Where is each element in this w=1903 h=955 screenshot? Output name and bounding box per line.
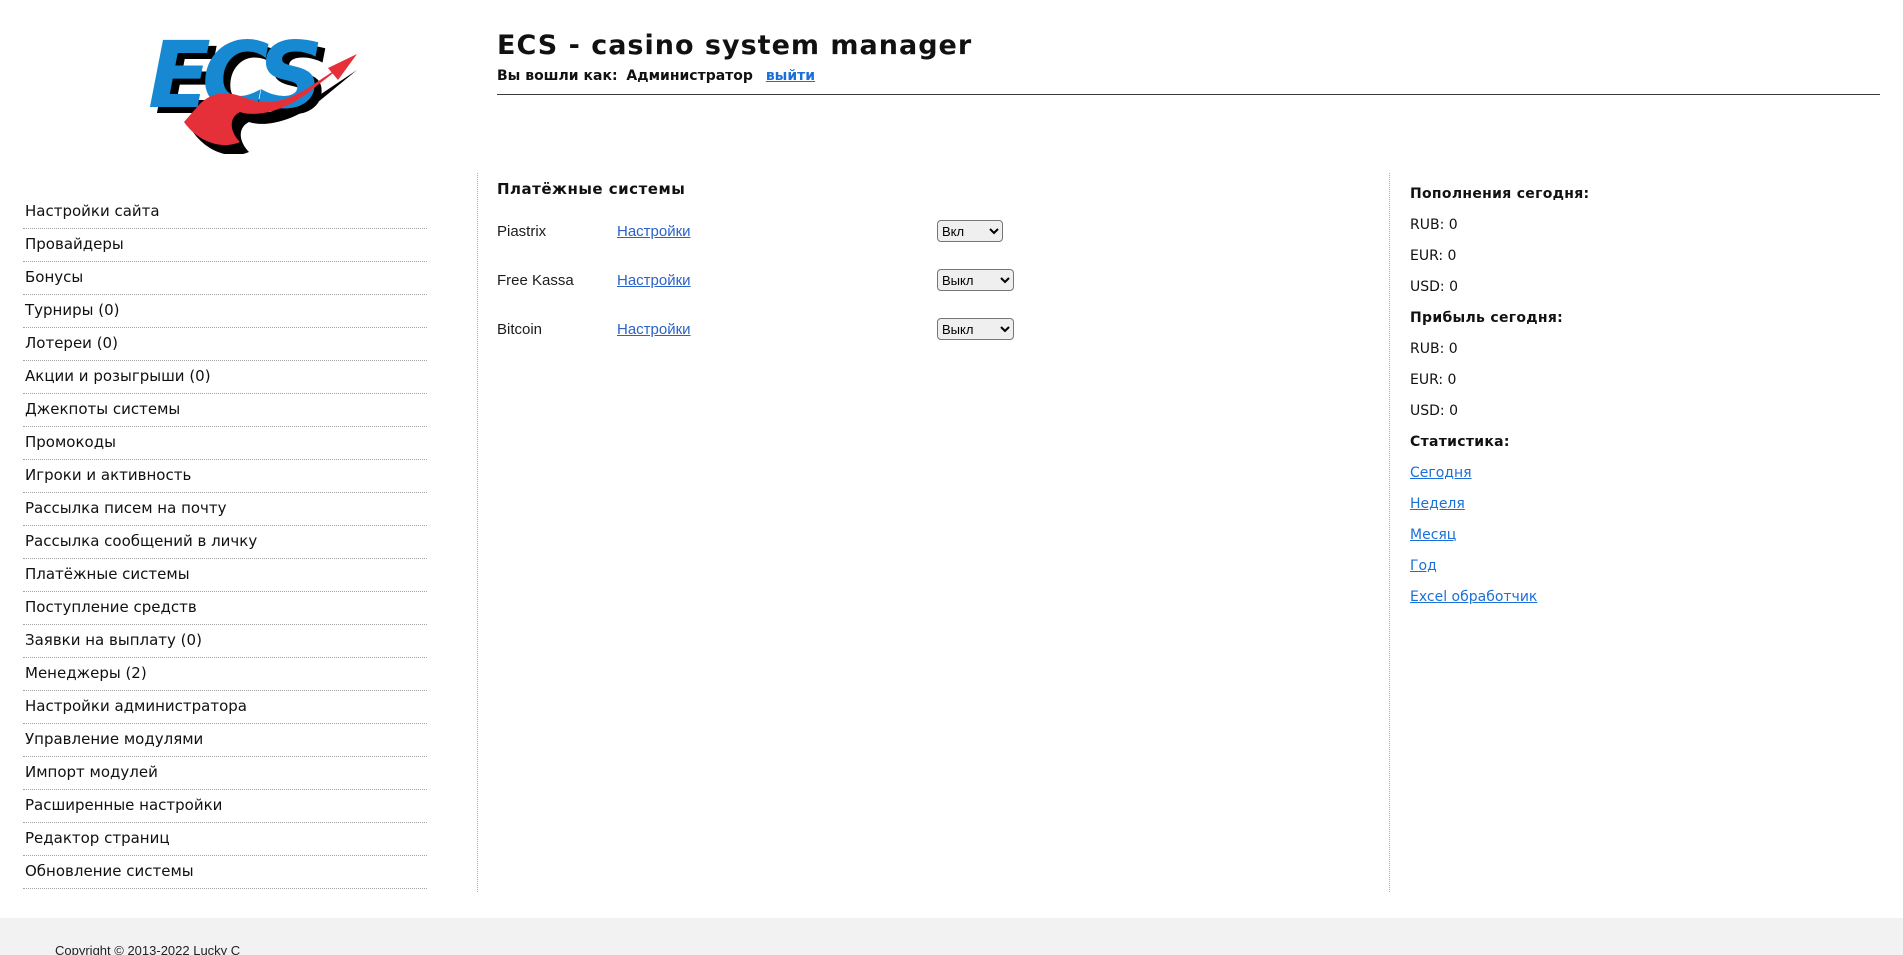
sidebar-item-page-editor[interactable]: Редактор страниц (23, 823, 427, 856)
deposits-rub: RUB: 0 (1410, 217, 1458, 233)
stats-link-year[interactable]: Год (1410, 558, 1437, 574)
bitcoin-state-select[interactable]: Выкл (937, 318, 1014, 340)
divider-right (1389, 173, 1390, 892)
sidebar-item-admin-settings[interactable]: Настройки администратора (23, 691, 427, 724)
sidebar-item-pm-mailing[interactable]: Рассылка сообщений в личку (23, 526, 427, 559)
payment-row-freekassa: Free Kassa Настройки Выкл (497, 265, 1357, 295)
sidebar-item-payment-systems[interactable]: Платёжные системы (23, 559, 427, 592)
sidebar-item-module-import[interactable]: Импорт модулей (23, 757, 427, 790)
login-prefix: Вы вошли как: (497, 68, 618, 84)
page-title: ECS - casino system manager (497, 30, 973, 61)
piastrix-state-select[interactable]: Вкл (937, 220, 1003, 242)
payment-name: Piastrix (497, 222, 547, 240)
profit-eur: EUR: 0 (1410, 372, 1457, 388)
header-divider (497, 94, 1880, 95)
payment-systems-panel: Платёжные системы Piastrix Настройки Вкл… (497, 180, 1357, 363)
deposits-today-title: Пополнения сегодня: (1410, 186, 1590, 202)
sidebar-item-system-update[interactable]: Обновление системы (23, 856, 427, 889)
deposits-eur: EUR: 0 (1410, 248, 1457, 264)
sidebar-item-providers[interactable]: Провайдеры (23, 229, 427, 262)
sidebar-item-promotions[interactable]: Акции и розыгрыши (0) (23, 361, 427, 394)
payment-name: Free Kassa (497, 271, 574, 289)
ecs-logo-icon: ECS ECS (138, 14, 360, 156)
copyright-text: Copyright © 2013-2022 Lucky C (55, 943, 241, 955)
sidebar-item-managers[interactable]: Менеджеры (2) (23, 658, 427, 691)
panel-title: Платёжные системы (497, 180, 686, 198)
admin-page: ECS ECS ECS - casino system manager Вы в… (0, 0, 1903, 955)
profit-usd: USD: 0 (1410, 403, 1458, 419)
sidebar-item-incoming-funds[interactable]: Поступление средств (23, 592, 427, 625)
statistics-title: Статистика: (1410, 434, 1510, 450)
sidebar-item-tournaments[interactable]: Турниры (0) (23, 295, 427, 328)
sidebar-item-lotteries[interactable]: Лотереи (0) (23, 328, 427, 361)
sidebar-item-site-settings[interactable]: Настройки сайта (23, 196, 427, 229)
payment-name: Bitcoin (497, 320, 543, 338)
sidebar-item-module-control[interactable]: Управление модулями (23, 724, 427, 757)
freekassa-state-select[interactable]: Выкл (937, 269, 1014, 291)
sidebar-menu: Настройки сайта Провайдеры Бонусы Турнир… (23, 196, 427, 889)
deposits-usd: USD: 0 (1410, 279, 1458, 295)
sidebar-item-payout-requests[interactable]: Заявки на выплату (0) (23, 625, 427, 658)
payment-row-piastrix: Piastrix Настройки Вкл (497, 216, 1357, 246)
stats-link-today[interactable]: Сегодня (1410, 465, 1472, 481)
sidebar-item-advanced[interactable]: Расширенные настройки (23, 790, 427, 823)
sidebar-item-email-mailing[interactable]: Рассылка писем на почту (23, 493, 427, 526)
stats-link-week[interactable]: Неделя (1410, 496, 1465, 512)
profit-rub: RUB: 0 (1410, 341, 1458, 357)
sidebar-item-promocodes[interactable]: Промокоды (23, 427, 427, 460)
stats-link-month[interactable]: Месяц (1410, 527, 1456, 543)
divider-left (477, 173, 478, 892)
payment-rows: Piastrix Настройки Вкл Free Kassa Настро… (497, 216, 1357, 344)
payment-row-bitcoin: Bitcoin Настройки Выкл (497, 314, 1357, 344)
login-status: Вы вошли как: Администратор выйти (497, 68, 1880, 84)
footer: Copyright © 2013-2022 Lucky C (0, 918, 1903, 955)
login-user: Администратор (626, 68, 753, 84)
header: ECS - casino system manager Вы вошли как… (497, 30, 1880, 95)
stats-panel: Пополнения сегодня: RUB: 0 EUR: 0 USD: 0… (1410, 186, 1870, 620)
stats-link-excel[interactable]: Excel обработчик (1410, 589, 1537, 605)
freekassa-settings-link[interactable]: Настройки (617, 272, 691, 289)
piastrix-settings-link[interactable]: Настройки (617, 223, 691, 240)
sidebar-item-players[interactable]: Игроки и активность (23, 460, 427, 493)
sidebar-item-bonuses[interactable]: Бонусы (23, 262, 427, 295)
bitcoin-settings-link[interactable]: Настройки (617, 321, 691, 338)
profit-today-title: Прибыль сегодня: (1410, 310, 1564, 326)
logout-link[interactable]: выйти (766, 68, 815, 84)
sidebar-item-jackpots[interactable]: Джекпоты системы (23, 394, 427, 427)
